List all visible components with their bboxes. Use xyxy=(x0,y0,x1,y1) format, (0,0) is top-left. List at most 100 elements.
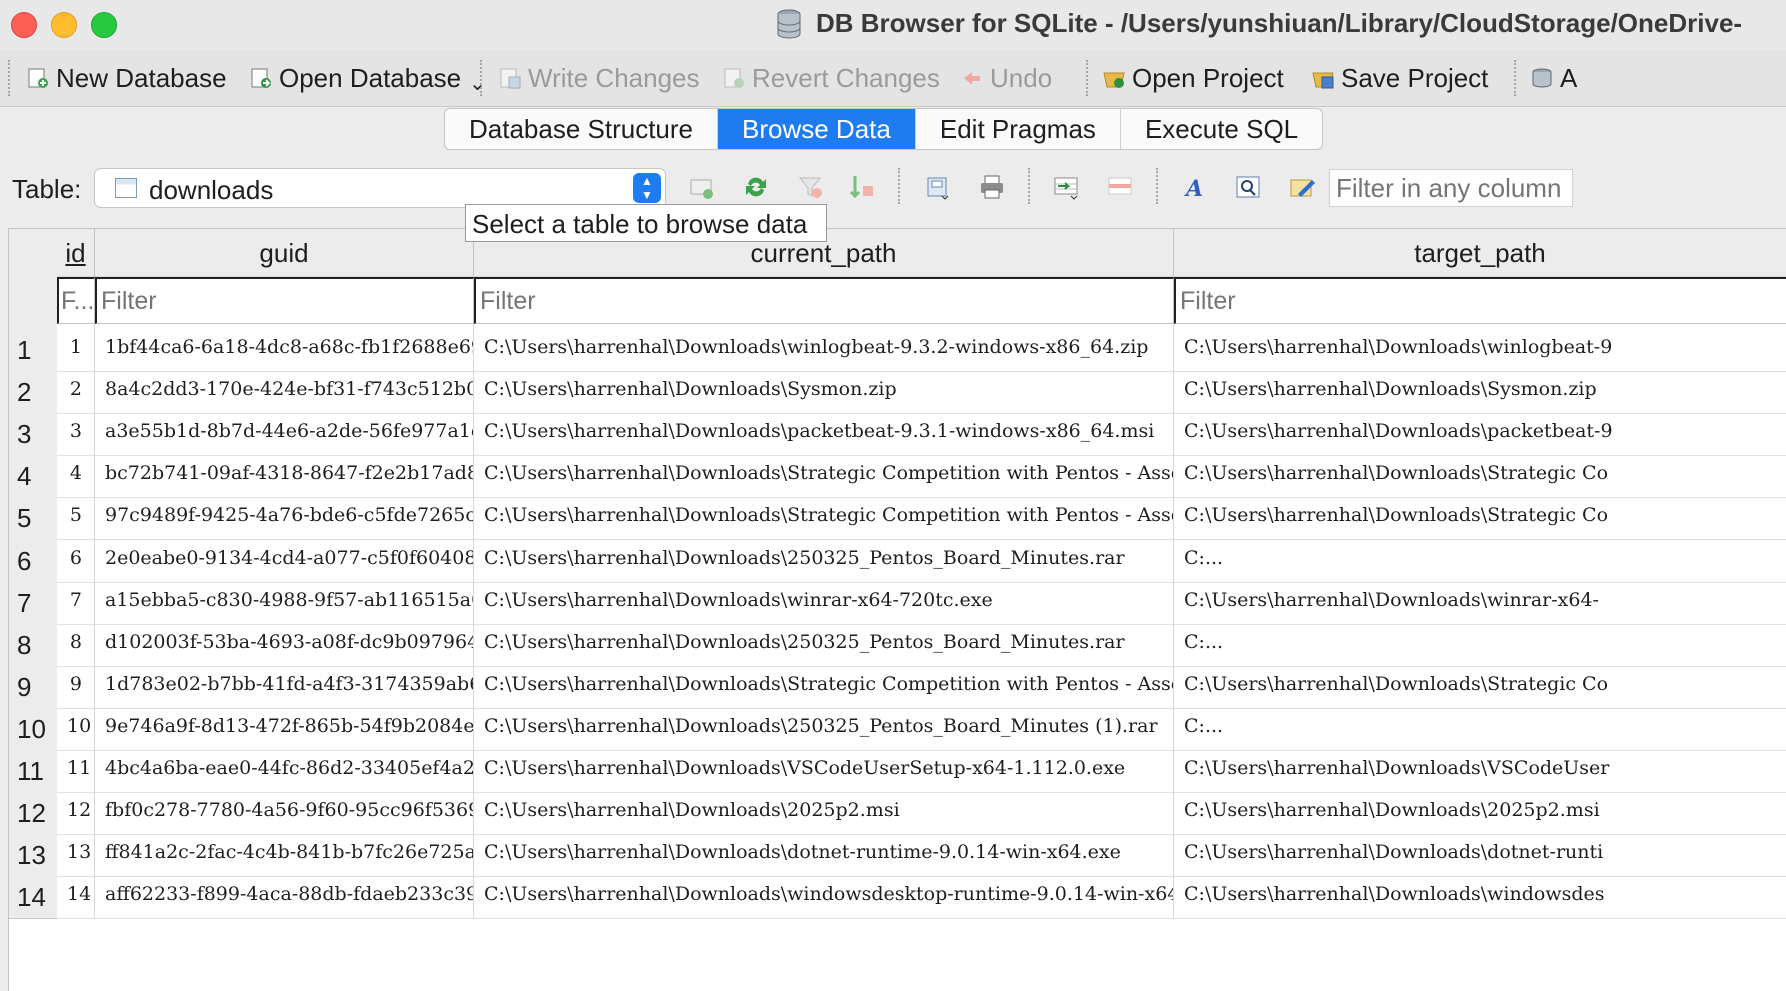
cell-id[interactable]: 8 xyxy=(57,618,95,667)
tab-execute-sql[interactable]: Execute SQL xyxy=(1121,109,1322,149)
tab-database-structure[interactable]: Database Structure xyxy=(445,109,719,149)
column-header-id[interactable]: id xyxy=(57,229,95,277)
cell-id[interactable]: 9 xyxy=(57,660,95,709)
table-row[interactable]: 7 7 a15ebba5-c830-4988-9f57-ab116515a0a1 C:… xyxy=(9,576,1786,625)
cell-current-path[interactable]: C:\Users\harrenhal\Downloads\windowsdesk… xyxy=(474,871,1174,920)
row-number[interactable]: 6 xyxy=(9,534,57,583)
edit-cell-icon[interactable] xyxy=(1288,172,1316,202)
cell-target-path[interactable]: C:\Users\harrenhal\Downloads\2025p2.msi xyxy=(1174,787,1786,836)
table-row[interactable]: 5 5 97c9489f-9425-4a76-bde6-c5fde7265c1a C:… xyxy=(9,492,1786,541)
save-table-icon[interactable] xyxy=(924,172,952,202)
open-project-button[interactable]: Open Project xyxy=(1102,58,1284,98)
cell-id[interactable]: 3 xyxy=(57,408,95,457)
cell-guid[interactable]: 8a4c2dd3-170e-424e-bf31-f743c512b043 xyxy=(95,366,474,415)
cell-current-path[interactable]: C:\Users\harrenhal\Downloads\250325_Pent… xyxy=(474,618,1174,667)
cell-guid[interactable]: bc72b741-09af-4318-8647-f2e2b17ad84a xyxy=(95,450,474,499)
cell-guid[interactable]: fbf0c278-7780-4a56-9f60-95cc96f53699 xyxy=(95,787,474,836)
cell-current-path[interactable]: C:\Users\harrenhal\Downloads\winrar-x64-… xyxy=(474,576,1174,625)
cell-id[interactable]: 7 xyxy=(57,576,95,625)
cell-target-path[interactable]: C:... xyxy=(1174,619,1786,667)
cell-guid[interactable]: a15ebba5-c830-4988-9f57-ab116515a0a1 xyxy=(95,576,474,625)
cell-id[interactable]: 1 xyxy=(57,324,95,372)
table-row[interactable]: 10 10 9e746a9f-8d13-472f-865b-54f9b2084ec6… xyxy=(9,702,1786,751)
cell-current-path[interactable]: C:\Users\harrenhal\Downloads\VSCodeUserS… xyxy=(474,745,1174,793)
column-header-guid[interactable]: guid xyxy=(95,229,474,277)
table-row[interactable]: 9 9 1d783e02-b7bb-41fd-a4f3-3174359ab668 C:… xyxy=(9,660,1786,709)
insert-record-icon[interactable] xyxy=(1052,172,1080,202)
row-number[interactable]: 5 xyxy=(9,492,57,541)
table-row[interactable]: 14 14 aff62233-f899-4aca-88db-fdaeb233c392… xyxy=(9,871,1786,920)
table-row[interactable]: 6 6 2e0eabe0-9134-4cd4-a077-c5f0f60408f2 C:… xyxy=(9,534,1786,583)
filter-guid-input[interactable] xyxy=(95,277,474,324)
cell-target-path[interactable]: C:\Users\harrenhal\Downloads\winlogbeat-… xyxy=(1174,324,1786,372)
cell-guid[interactable]: 97c9489f-9425-4a76-bde6-c5fde7265c1a xyxy=(95,492,474,541)
cell-guid[interactable]: 9e746a9f-8d13-472f-865b-54f9b2084ec6 xyxy=(95,702,474,751)
open-database-button[interactable]: Open Database ⌄ xyxy=(249,58,486,98)
cell-current-path[interactable]: C:\Users\harrenhal\Downloads\packetbeat-… xyxy=(474,408,1174,457)
sync-icon[interactable] xyxy=(742,172,770,202)
cell-target-path[interactable]: C:\Users\harrenhal\Downloads\VSCodeUser xyxy=(1174,745,1786,793)
cell-guid[interactable]: 2e0eabe0-9134-4cd4-a077-c5f0f60408f2 xyxy=(95,534,474,583)
row-number[interactable]: 2 xyxy=(9,366,57,415)
cell-guid[interactable]: a3e55b1d-8b7d-44e6-a2de-56fe977a1c82 xyxy=(95,408,474,457)
cell-current-path[interactable]: C:\Users\harrenhal\Downloads\winlogbeat-… xyxy=(474,324,1174,372)
cell-id[interactable]: 2 xyxy=(57,366,95,415)
toolbar-handle[interactable] xyxy=(8,60,12,96)
cell-guid[interactable]: 4bc4a6ba-eae0-44fc-86d2-33405ef4a26c xyxy=(95,745,474,793)
row-number[interactable]: 4 xyxy=(9,450,57,499)
cell-target-path[interactable]: C:\Users\harrenhal\Downloads\Strategic C… xyxy=(1174,450,1786,499)
cell-current-path[interactable]: C:\Users\harrenhal\Downloads\Strategic C… xyxy=(474,660,1174,709)
revert-changes-button[interactable]: Revert Changes xyxy=(722,58,940,98)
clear-filters-icon[interactable] xyxy=(796,172,824,202)
row-number[interactable]: 12 xyxy=(9,787,57,836)
cell-guid[interactable]: 1d783e02-b7bb-41fd-a4f3-3174359ab668 xyxy=(95,660,474,709)
row-number[interactable]: 13 xyxy=(9,829,57,878)
cell-target-path[interactable]: C:\Users\harrenhal\Downloads\windowsdes xyxy=(1174,871,1786,920)
filter-id-input[interactable] xyxy=(57,277,95,324)
cell-current-path[interactable]: C:\Users\harrenhal\Downloads\dotnet-runt… xyxy=(474,829,1174,878)
cell-id[interactable]: 12 xyxy=(57,787,95,836)
find-in-table-icon[interactable] xyxy=(1234,172,1262,202)
print-icon[interactable] xyxy=(978,172,1006,202)
row-number[interactable]: 7 xyxy=(9,576,57,625)
text-format-icon[interactable]: A xyxy=(1180,172,1208,202)
new-database-button[interactable]: New Database xyxy=(26,58,227,98)
cell-guid[interactable]: 1bf44ca6-6a18-4dc8-a68c-fb1f2688e69d xyxy=(95,324,474,372)
row-number[interactable]: 9 xyxy=(9,660,57,709)
cell-target-path[interactable]: C:\Users\harrenhal\Downloads\Strategic C… xyxy=(1174,661,1786,709)
row-number[interactable]: 10 xyxy=(9,702,57,751)
cell-id[interactable]: 10 xyxy=(57,702,95,751)
table-row[interactable]: 4 4 bc72b741-09af-4318-8647-f2e2b17ad84a C:… xyxy=(9,450,1786,499)
cell-target-path[interactable]: C:\Users\harrenhal\Downloads\packetbeat-… xyxy=(1174,408,1786,457)
cell-current-path[interactable]: C:\Users\harrenhal\Downloads\2025p2.msi xyxy=(474,787,1174,836)
minimize-window-button[interactable] xyxy=(51,12,77,38)
cell-id[interactable]: 5 xyxy=(57,492,95,541)
save-project-button[interactable]: Save Project xyxy=(1311,58,1488,98)
cell-current-path[interactable]: C:\Users\harrenhal\Downloads\Strategic C… xyxy=(474,450,1174,499)
cell-current-path[interactable]: C:\Users\harrenhal\Downloads\Strategic C… xyxy=(474,492,1174,541)
cell-target-path[interactable]: C:\Users\harrenhal\Downloads\Sysmon.zip xyxy=(1174,366,1786,415)
table-row[interactable]: 1 1 1bf44ca6-6a18-4dc8-a68c-fb1f2688e69d C:… xyxy=(9,324,1786,372)
cell-current-path[interactable]: C:\Users\harrenhal\Downloads\Sysmon.zip xyxy=(474,366,1174,415)
cell-guid[interactable]: d102003f-53ba-4693-a08f-dc9b09796428 xyxy=(95,618,474,667)
tab-edit-pragmas[interactable]: Edit Pragmas xyxy=(916,109,1121,149)
cell-current-path[interactable]: C:\Users\harrenhal\Downloads\250325_Pent… xyxy=(474,702,1174,751)
filter-any-column-input[interactable] xyxy=(1329,169,1573,207)
zoom-window-button[interactable] xyxy=(91,12,117,38)
cell-id[interactable]: 14 xyxy=(57,871,95,920)
table-select[interactable]: downloads ▲ ▼ xyxy=(94,168,666,208)
row-number[interactable]: 1 xyxy=(9,324,57,372)
cell-target-path[interactable]: C:... xyxy=(1174,535,1786,583)
write-changes-button[interactable]: Write Changes xyxy=(498,58,700,98)
table-row[interactable]: 13 13 ff841a2c-2fac-4c4b-841b-b7fc26e725a8… xyxy=(9,829,1786,878)
row-number[interactable]: 8 xyxy=(9,618,57,667)
cell-target-path[interactable]: C:\Users\harrenhal\Downloads\winrar-x64- xyxy=(1174,577,1786,625)
delete-record-icon[interactable] xyxy=(1106,172,1134,202)
cell-guid[interactable]: ff841a2c-2fac-4c4b-841b-b7fc26e725a8 xyxy=(95,829,474,878)
cell-id[interactable]: 13 xyxy=(57,829,95,878)
table-row[interactable]: 2 2 8a4c2dd3-170e-424e-bf31-f743c512b043 C:… xyxy=(9,366,1786,415)
cell-id[interactable]: 6 xyxy=(57,534,95,583)
cell-guid[interactable]: aff62233-f899-4aca-88db-fdaeb233c392 xyxy=(95,871,474,920)
refresh-table-icon[interactable] xyxy=(688,172,716,202)
sort-icon[interactable] xyxy=(848,172,876,202)
